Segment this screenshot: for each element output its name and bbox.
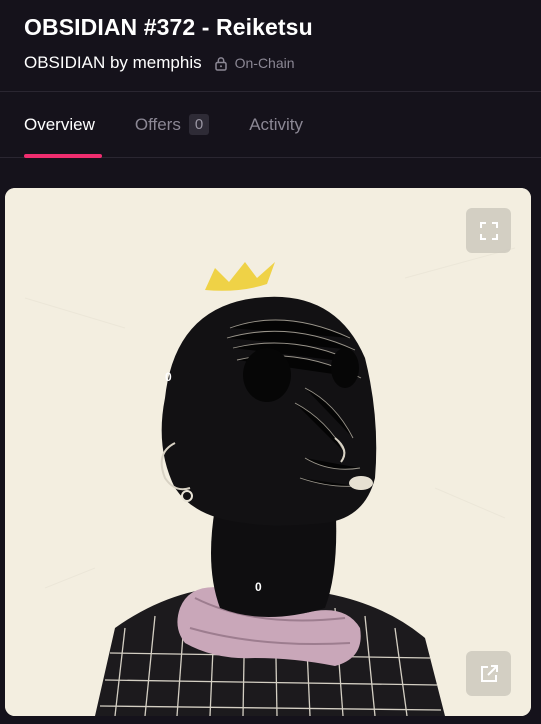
- collection-row: OBSIDIAN by memphis On-Chain: [24, 52, 517, 74]
- external-link-icon: [480, 664, 498, 682]
- svg-text:0: 0: [255, 580, 262, 594]
- tab-offers[interactable]: Offers 0: [134, 114, 210, 135]
- offers-count-badge: 0: [188, 114, 210, 135]
- tab-activity-label: Activity: [249, 114, 304, 134]
- lock-icon: [214, 56, 227, 71]
- collection-link[interactable]: OBSIDIAN by memphis: [24, 53, 202, 73]
- artwork-image: 0 0: [5, 188, 531, 716]
- external-link-button[interactable]: [466, 651, 511, 696]
- page-title: OBSIDIAN #372 - Reiketsu: [24, 14, 313, 40]
- tab-overview[interactable]: Overview: [24, 115, 95, 135]
- expand-button[interactable]: [466, 208, 511, 253]
- tab-offers-label: Offers: [134, 114, 181, 134]
- onchain-badge: On-Chain: [214, 55, 295, 71]
- active-tab-indicator: [24, 154, 102, 158]
- tab-bar: Overview Offers 0 Activity: [0, 92, 541, 158]
- tab-overview-label: Overview: [24, 114, 95, 134]
- artwork-card[interactable]: 0 0: [5, 188, 531, 716]
- expand-icon: [479, 221, 498, 240]
- svg-text:0: 0: [165, 370, 172, 384]
- onchain-label: On-Chain: [234, 55, 295, 71]
- page-header: OBSIDIAN #372 - Reiketsu OBSIDIAN by mem…: [0, 0, 541, 92]
- tab-activity[interactable]: Activity: [249, 115, 303, 135]
